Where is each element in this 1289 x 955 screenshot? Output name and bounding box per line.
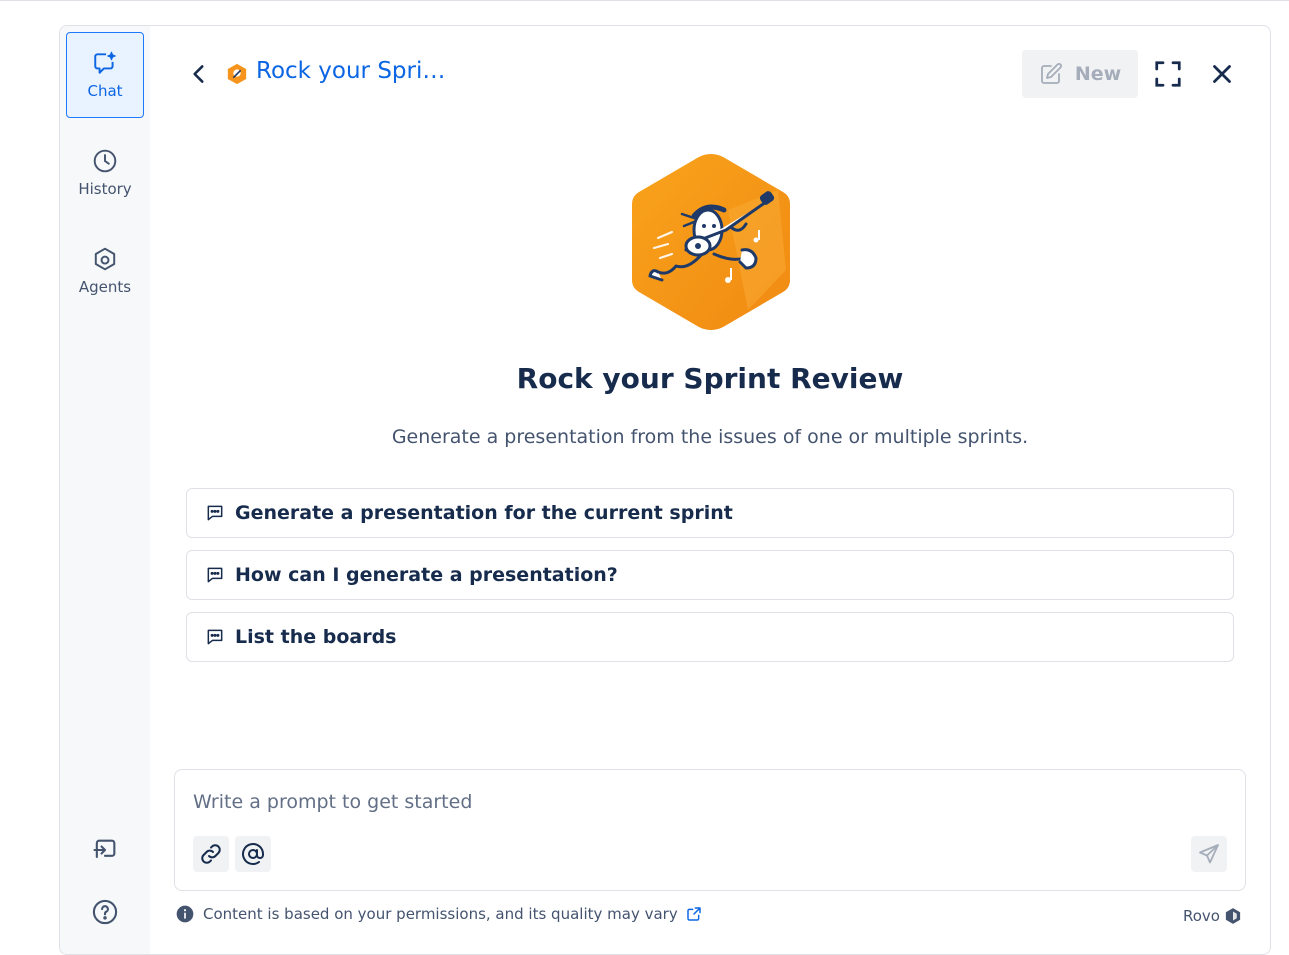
help-icon[interactable]: [91, 898, 119, 926]
chat-sparkle-icon: [94, 51, 116, 74]
rail-item-history-label: History: [78, 180, 132, 198]
side-rail: Chat History Agents: [60, 26, 150, 954]
fullscreen-icon[interactable]: [1153, 59, 1183, 89]
suggestion-item[interactable]: How can I generate a presentation?: [186, 550, 1234, 600]
rovo-label: Rovo: [1183, 907, 1220, 925]
agent-description: Generate a presentation from the issues …: [391, 426, 1029, 448]
external-link-icon[interactable]: [686, 906, 702, 922]
edit-icon: [1040, 63, 1062, 84]
agent-avatar-small: [227, 63, 247, 85]
top-divider: [0, 0, 1289, 1]
rail-item-agents-label: Agents: [78, 278, 132, 296]
disclaimer: Content is based on your permissions, an…: [175, 904, 702, 924]
chat-panel: Chat History Agents Rock your Spri… New …: [59, 25, 1271, 955]
suggestion-text: How can I generate a presentation?: [235, 564, 618, 586]
rovo-logo-icon: [1225, 908, 1241, 924]
rail-item-chat[interactable]: Chat: [66, 32, 144, 118]
clock-icon: [93, 149, 117, 173]
send-button[interactable]: [1191, 836, 1227, 872]
agent-hero-image: [632, 154, 790, 330]
send-icon: [1199, 844, 1219, 864]
prompt-input[interactable]: [193, 784, 1223, 820]
suggestion-item[interactable]: List the boards: [186, 612, 1234, 662]
rail-item-history[interactable]: History: [66, 130, 144, 216]
chat-bubble-icon: [207, 567, 223, 583]
suggestion-item[interactable]: Generate a presentation for the current …: [186, 488, 1234, 538]
mention-button[interactable]: [235, 836, 271, 872]
disclaimer-text: Content is based on your permissions, an…: [203, 905, 678, 923]
back-chevron-icon[interactable]: [186, 60, 212, 88]
close-icon[interactable]: [1207, 59, 1237, 89]
agent-name: Rock your Sprint Review: [516, 362, 904, 395]
rail-item-chat-label: Chat: [87, 82, 123, 100]
header-title[interactable]: Rock your Spri…: [256, 58, 445, 84]
suggestion-text: Generate a presentation for the current …: [235, 502, 733, 524]
rovo-brand: Rovo: [1183, 907, 1242, 925]
attach-link-button[interactable]: [193, 836, 229, 872]
open-panel-icon[interactable]: [91, 836, 119, 864]
new-chat-button[interactable]: New: [1022, 50, 1138, 98]
chat-bubble-icon: [207, 629, 223, 645]
link-icon: [201, 844, 221, 864]
new-chat-label: New: [1074, 63, 1122, 85]
info-icon: [176, 905, 194, 923]
agents-hexagon-icon: [94, 247, 116, 271]
rail-item-agents[interactable]: Agents: [66, 228, 144, 314]
chat-bubble-icon: [207, 505, 223, 521]
at-sign-icon: [242, 843, 264, 865]
prompt-box: [174, 769, 1246, 891]
suggestion-text: List the boards: [235, 626, 397, 648]
